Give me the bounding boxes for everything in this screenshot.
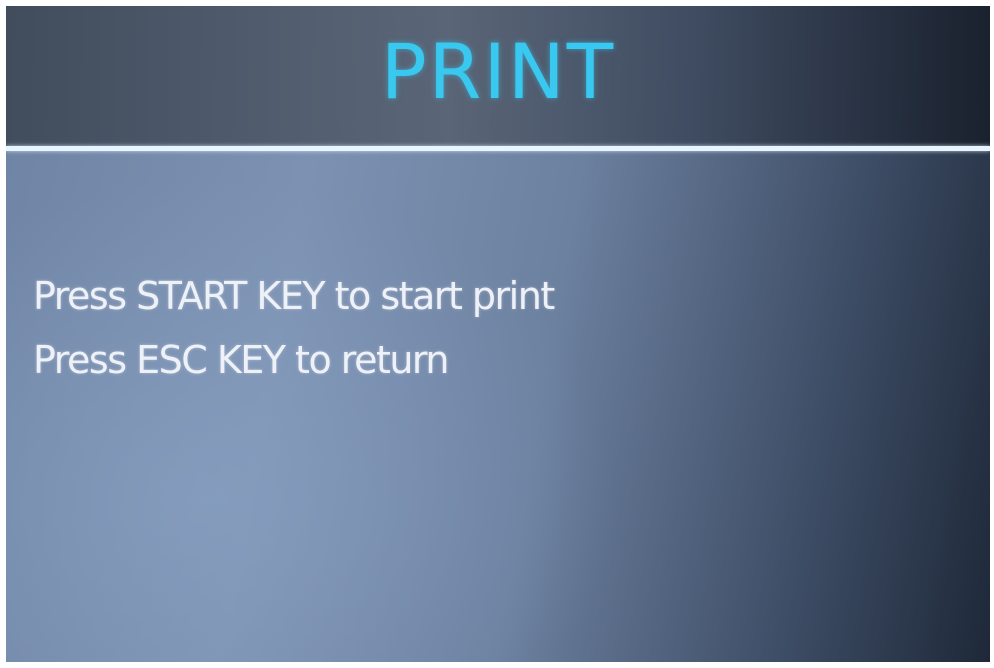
page-title: PRINT (380, 27, 616, 116)
instruction-list: Press START KEY to start print Press ESC… (33, 264, 555, 392)
escape-instruction: Press ESC KEY to return (33, 338, 449, 382)
lcd-screen: PRINT Press START KEY to start print Pre… (6, 6, 990, 662)
start-instruction: Press START KEY to start print (33, 274, 555, 318)
header-bar: PRINT (6, 6, 990, 148)
header-divider (6, 146, 990, 151)
